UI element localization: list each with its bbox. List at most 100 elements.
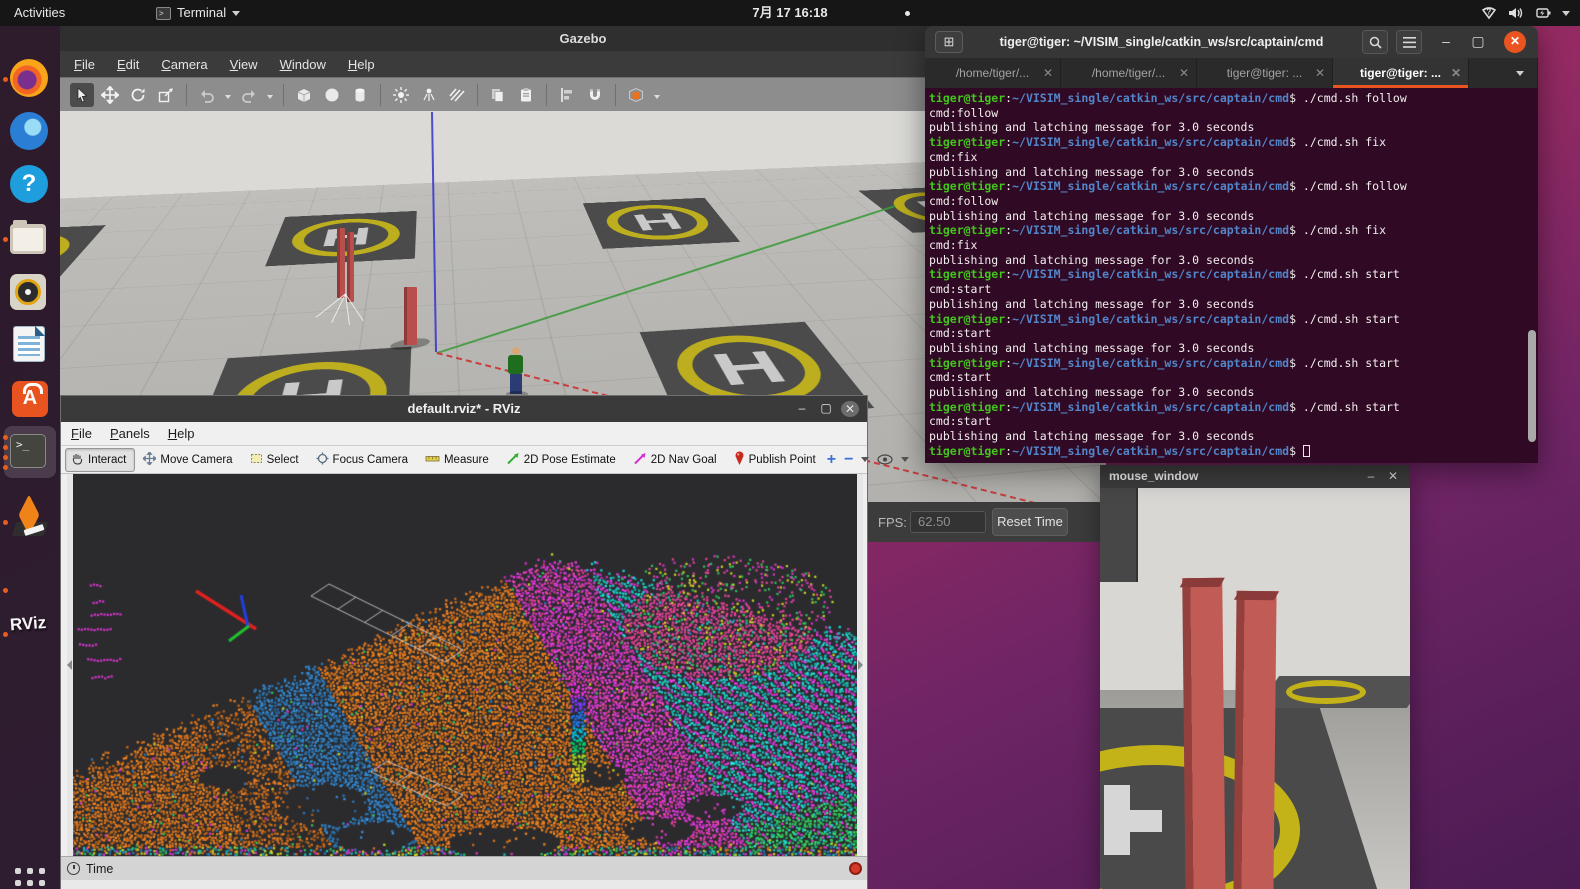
pointcloud-canvas[interactable] <box>73 474 857 856</box>
terminal-titlebar[interactable]: ⊞ tiger@tiger: ~/VISIM_single/catkin_ws/… <box>925 26 1538 58</box>
terminal-scrollbar[interactable] <box>1528 330 1536 442</box>
tab-close-icon[interactable]: ✕ <box>1451 58 1461 88</box>
gazebo-tool-move[interactable] <box>98 83 122 107</box>
search-button[interactable] <box>1362 30 1388 54</box>
time-panel-close-button[interactable] <box>849 862 862 875</box>
clock[interactable]: 7月 17 16:18 <box>680 0 900 26</box>
gazebo-tool-directional-light[interactable] <box>445 83 469 107</box>
gazebo-menu-view[interactable]: View <box>230 57 258 72</box>
gazebo-menu-file[interactable]: File <box>74 57 95 72</box>
add-display-button[interactable]: + <box>827 451 836 469</box>
maximize-button[interactable]: ▢ <box>817 401 835 415</box>
dock-item-rviz[interactable]: RViz <box>10 614 50 654</box>
dock-item-files[interactable] <box>10 219 50 259</box>
gazebo-tool-cube[interactable] <box>292 83 316 107</box>
gazebo-tool-redo[interactable] <box>237 83 261 107</box>
app-menu-label: Terminal <box>177 0 226 26</box>
menu-button[interactable] <box>1396 30 1422 54</box>
remove-display-button[interactable]: − <box>844 451 853 469</box>
gazebo-tool-sphere[interactable] <box>320 83 344 107</box>
fps-label: FPS: <box>878 515 907 530</box>
gazebo-tool-magnet[interactable] <box>583 83 607 107</box>
tab-close-icon[interactable]: ✕ <box>1315 58 1325 88</box>
close-button[interactable]: ✕ <box>841 401 859 417</box>
expand-left-panel-arrow[interactable] <box>67 660 72 670</box>
maximize-button[interactable]: ▢ <box>1468 33 1488 50</box>
gazebo-menu-edit[interactable]: Edit <box>117 57 139 72</box>
activities-button[interactable]: Activities <box>6 0 73 26</box>
show-applications-icon <box>15 868 45 889</box>
dock-item-terminal[interactable]: >_ <box>10 432 50 472</box>
gazebo-tool-align[interactable] <box>555 83 579 107</box>
new-tab-button[interactable]: ⊞ <box>935 31 963 53</box>
gazebo-menu-window[interactable]: Window <box>280 57 326 72</box>
rviz-titlebar[interactable]: default.rviz* - RViz <box>61 396 867 422</box>
eye-icon[interactable] <box>877 454 893 465</box>
dock-item-app-grid[interactable] <box>10 864 50 889</box>
rviz-3d-view[interactable] <box>67 474 863 856</box>
gazebo-menu-camera[interactable]: Camera <box>161 57 207 72</box>
system-status-area[interactable]: ? <box>1473 0 1578 26</box>
dropdown-caret[interactable] <box>265 83 275 107</box>
dock-item-software[interactable] <box>10 380 50 420</box>
close-button[interactable]: ✕ <box>1504 31 1526 53</box>
terminal-tab-3[interactable]: tiger@tiger: ...✕ <box>1197 58 1333 88</box>
gazebo-tool-rotate[interactable] <box>126 83 150 107</box>
terminal-line: cmd:start <box>929 414 1538 429</box>
tab-list-dropdown[interactable] <box>1502 58 1538 88</box>
rviz-tool-focus-camera[interactable]: Focus Camera <box>310 448 417 472</box>
close-icon[interactable]: ✕ <box>1384 465 1402 487</box>
gazebo-tool-spot-light[interactable] <box>417 83 441 107</box>
dock-item-rhythmbox[interactable] <box>10 273 50 313</box>
terminal-tab-1[interactable]: /home/tiger/...✕ <box>925 58 1061 88</box>
dock-item-thunderbird[interactable] <box>10 112 50 152</box>
grid-dot <box>15 868 21 874</box>
libreoffice-writer-icon <box>13 326 45 362</box>
tab-close-icon[interactable]: ✕ <box>1043 58 1053 88</box>
gazebo-tool-cursor[interactable] <box>70 83 94 107</box>
rviz-tool-measure[interactable]: Measure <box>419 448 498 472</box>
gazebo-tool-scale[interactable] <box>154 83 178 107</box>
expand-right-panel-arrow[interactable] <box>858 660 863 670</box>
dock-item-running-app[interactable] <box>10 570 50 610</box>
terminal-tab-4[interactable]: tiger@tiger: ...✕ <box>1333 58 1469 88</box>
gazebo-tool-sun[interactable] <box>389 83 413 107</box>
minimize-button[interactable]: – <box>793 401 811 415</box>
gazebo-tool-cylinder[interactable] <box>348 83 372 107</box>
rviz-menu-help[interactable]: Help <box>168 426 195 441</box>
dock-item-writer[interactable] <box>10 326 50 366</box>
gazebo-tool-paste[interactable] <box>514 83 538 107</box>
reset-time-button[interactable]: Reset Time <box>992 508 1068 536</box>
mouse-window-3d-view[interactable] <box>1100 488 1410 889</box>
chevron-down-icon[interactable] <box>861 457 869 462</box>
grid-dot <box>15 880 21 886</box>
gazebo-tool-copy[interactable] <box>486 83 510 107</box>
gazebo-menu-help[interactable]: Help <box>348 57 375 72</box>
rviz-menu-file[interactable]: File <box>71 426 92 441</box>
terminal-tab-2[interactable]: /home/tiger/...✕ <box>1061 58 1197 88</box>
fps-field[interactable]: 62.50 <box>910 511 986 533</box>
rviz-tool-2d-nav-goal[interactable]: 2D Nav Goal <box>627 448 726 472</box>
minimize-button[interactable]: – <box>1362 465 1380 487</box>
chevron-down-icon[interactable] <box>901 457 909 462</box>
rviz-tool-2d-pose-estimate[interactable]: 2D Pose Estimate <box>500 448 625 472</box>
rviz-tool-interact[interactable]: Interact <box>65 448 135 472</box>
terminal-line: cmd:follow <box>929 194 1538 209</box>
app-menu-terminal[interactable]: > Terminal <box>148 0 248 26</box>
dropdown-caret[interactable] <box>223 83 233 107</box>
gazebo-tool-box-select[interactable] <box>624 83 648 107</box>
right-panel-collapsed[interactable] <box>857 474 863 856</box>
dock-item-firefox[interactable] <box>10 59 50 99</box>
gazebo-tool-undo[interactable] <box>195 83 219 107</box>
rviz-tool-move-camera[interactable]: Move Camera <box>137 448 241 472</box>
terminal-output[interactable]: tiger@tiger:~/VISIM_single/catkin_ws/src… <box>925 88 1538 463</box>
tab-close-icon[interactable]: ✕ <box>1179 58 1189 88</box>
minimize-button[interactable]: – <box>1436 33 1456 49</box>
rviz-tool-select[interactable]: Select <box>244 448 308 472</box>
dock-item-help[interactable]: ? <box>10 165 50 205</box>
dock-item-gazebo[interactable] <box>10 502 50 542</box>
dropdown-caret[interactable] <box>652 83 662 107</box>
rviz-tool-publish-point[interactable]: Publish Point <box>728 447 825 472</box>
rviz-menu-panels[interactable]: Panels <box>110 426 150 441</box>
red-pillar <box>337 228 345 298</box>
